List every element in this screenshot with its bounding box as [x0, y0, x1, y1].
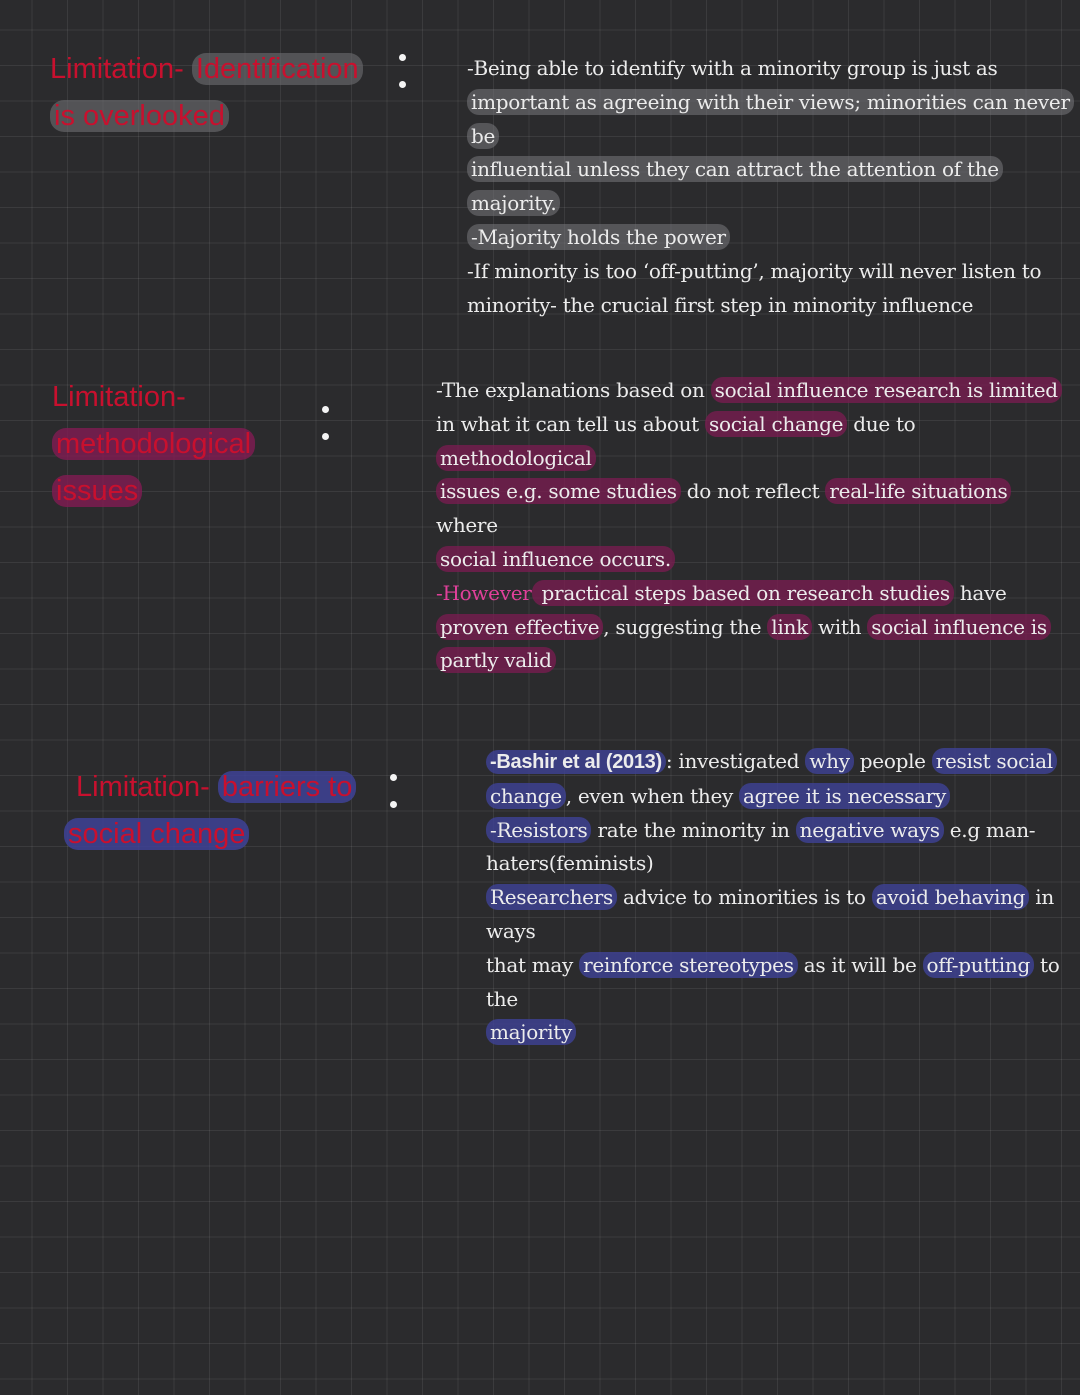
text-span: where — [436, 513, 498, 538]
text-span: due to — [847, 411, 916, 436]
colon-marker — [322, 406, 330, 440]
methodological-line: issues e.g. some studies do not reflect … — [436, 475, 1076, 543]
text-span: proven effective — [436, 613, 604, 640]
text-span: have — [953, 580, 1007, 605]
methodological-points: -The explanations based on social influe… — [436, 374, 1076, 678]
heading-identification: Limitation- Identification is overlooked — [50, 46, 395, 140]
text-span: haters(feminists) — [486, 851, 654, 876]
text-span: people — [853, 749, 932, 773]
identification-line: -Being able to identify with a minority … — [467, 52, 1077, 86]
barriers-line: -Resistors rate the minority in negative… — [486, 814, 1078, 848]
text-span: rate the minority in — [591, 817, 796, 842]
text-span: link — [767, 613, 812, 640]
identification-line: -Majority holds the power — [467, 221, 1077, 255]
heading-identification-suffix: is overlooked — [50, 100, 229, 132]
methodological-line: -The explanations based on social influe… — [436, 374, 1076, 408]
text-span: do not reflect — [680, 479, 826, 504]
heading-methodological-keyword: methodological — [52, 428, 256, 460]
barriers-line: change, even when they agree it is neces… — [486, 780, 1078, 814]
text-span: -Bashir et al (2013) — [486, 750, 666, 774]
text-span: social influence research is limited — [710, 377, 1062, 403]
text-span: majority — [486, 1019, 577, 1046]
barriers-line: Researchers advice to minorities is to a… — [486, 881, 1078, 949]
text-span: : investigated — [665, 749, 806, 773]
identification-points: -Being able to identify with a minority … — [467, 52, 1077, 322]
colon-marker — [399, 54, 407, 88]
text-span: -Majority holds the power — [467, 223, 730, 250]
text-span: social influence occurs. — [436, 545, 675, 572]
text-span: -Being able to identify with a minority … — [467, 56, 998, 80]
identification-line: influential unless they can attract the … — [467, 153, 1077, 221]
text-span: , suggesting the — [603, 614, 768, 639]
text-span: issues e.g. some studies — [436, 478, 681, 505]
text-span: e.g man- — [943, 817, 1036, 842]
text-span: social change — [704, 410, 848, 437]
text-span: off-putting — [922, 951, 1034, 978]
text-span: resist social — [931, 748, 1057, 774]
text-span: change — [486, 782, 566, 809]
barriers-line: -Bashir et al (2013): investigated why p… — [486, 745, 1078, 780]
text-span: -The explanations based on — [436, 378, 711, 402]
text-span: agree it is necessary — [739, 782, 950, 809]
text-span: partly valid — [436, 647, 556, 674]
text-span: methodological — [436, 444, 596, 471]
barriers-line: haters(feminists) — [486, 847, 1078, 881]
text-span: minority- the crucial first step in mino… — [467, 292, 974, 317]
barriers-points: -Bashir et al (2013): investigated why p… — [486, 745, 1078, 1050]
identification-line: important as agreeing with their views; … — [467, 86, 1077, 154]
text-span: that may — [486, 952, 580, 977]
text-span: as it will be — [797, 952, 923, 977]
heading-methodological-prefix: Limitation- — [52, 381, 186, 413]
colon-marker — [390, 774, 398, 808]
heading-identification-keyword: Identification — [191, 53, 363, 85]
heading-methodological: Limitation- methodological issues — [52, 374, 312, 515]
text-span: advice to minorities is to — [616, 885, 872, 910]
heading-barriers-keyword: barriers to — [217, 771, 357, 803]
methodological-line: in what it can tell us about social chan… — [436, 408, 1076, 476]
text-span: reinforce stereotypes — [579, 951, 798, 978]
heading-barriers-suffix: social change — [64, 818, 250, 850]
text-span: -Resistors — [486, 816, 592, 843]
text-span: -If minority is too ‘off-putting’, major… — [467, 258, 1042, 283]
text-span: negative ways — [795, 816, 944, 843]
heading-identification-prefix: Limitation- — [50, 53, 192, 85]
text-span: real-life situations — [825, 478, 1012, 505]
heading-barriers-prefix: Limitation- — [76, 771, 218, 803]
text-span: social influence is — [867, 613, 1051, 640]
text-span: avoid behaving — [871, 884, 1030, 911]
methodological-line: proven effective, suggesting the link wi… — [436, 611, 1076, 645]
text-span: -However — [436, 580, 532, 605]
text-span: , even when they — [565, 783, 740, 808]
heading-methodological-suffix: issues — [52, 475, 143, 507]
text-span: important as agreeing with their views; … — [467, 88, 1074, 149]
identification-line: minority- the crucial first step in mino… — [467, 289, 1077, 323]
text-span: Researchers — [486, 884, 617, 911]
text-span: in what it can tell us about — [436, 411, 705, 436]
heading-barriers: Limitation- barriers to social change — [64, 764, 396, 858]
methodological-line: -However practical steps based on resear… — [436, 577, 1076, 611]
identification-line: -If minority is too ‘off-putting’, major… — [467, 255, 1077, 289]
text-span: why — [805, 748, 854, 774]
methodological-line: social influence occurs. — [436, 543, 1076, 577]
text-span: practical steps based on research studie… — [531, 579, 954, 606]
methodological-line: partly valid — [436, 644, 1076, 678]
text-span: influential unless they can attract the … — [467, 156, 1003, 217]
barriers-line: majority — [486, 1016, 1078, 1050]
text-span: with — [811, 614, 868, 639]
barriers-line: that may reinforce stereotypes as it wil… — [486, 949, 1078, 1017]
